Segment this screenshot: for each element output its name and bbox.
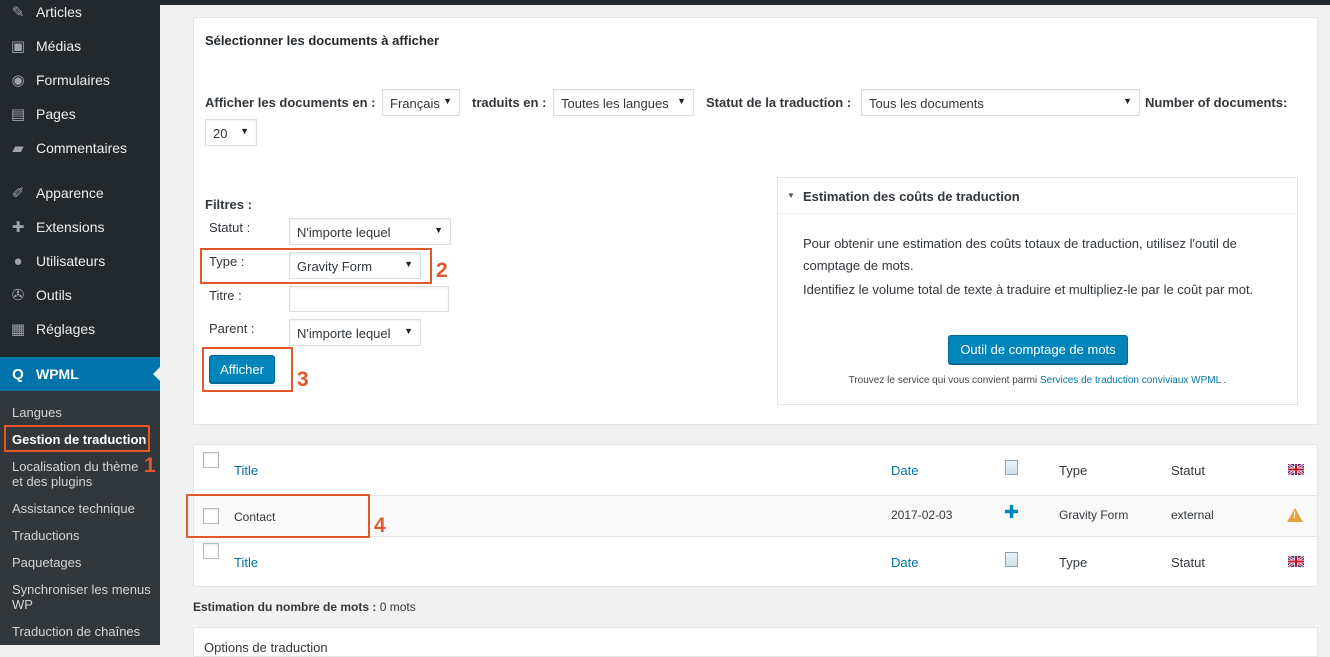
parent-select[interactable]: N'importe lequel ▼ [289, 319, 421, 346]
sidebar-item-commentaires[interactable]: ▰ Commentaires [0, 131, 160, 165]
titre-input[interactable] [289, 286, 449, 312]
sidebar-item-reglages[interactable]: ▦ Réglages [0, 312, 160, 346]
show-docs-label: Afficher les documents en : [205, 95, 376, 110]
column-title-footer[interactable]: Title [234, 555, 258, 570]
column-type: Type [1059, 463, 1088, 478]
translation-options-panel: Options de traduction [193, 627, 1318, 657]
filter-panel: Sélectionner les documents à afficher Af… [193, 17, 1318, 425]
plugins-icon: ✚ [11, 219, 25, 236]
translation-options-title: Options de traduction [204, 640, 328, 655]
row-type: Gravity Form [1059, 508, 1129, 522]
row-status: external [1171, 508, 1214, 522]
column-status-footer: Statut [1171, 555, 1205, 570]
annotation-box-2 [200, 248, 432, 284]
status-label: Statut de la traduction : [706, 95, 852, 110]
chevron-down-icon: ▼ [434, 225, 443, 235]
submenu-synchroniser[interactable]: Synchroniser les menus WP [12, 582, 152, 612]
estimate-paragraph-2: Identifiez le volume total de texte à tr… [803, 282, 1254, 297]
brush-icon: ✐ [11, 185, 25, 202]
number-label: Number of documents: [1145, 95, 1288, 110]
document-icon [1005, 460, 1018, 475]
sidebar-item-outils[interactable]: ✇ Outils [0, 278, 160, 312]
english-flag-icon [1288, 556, 1304, 567]
chevron-down-icon: ▼ [404, 326, 413, 336]
translation-status-select[interactable]: Tous les documents ▼ [861, 89, 1140, 116]
annotation-box-1 [4, 425, 150, 452]
sidebar-item-medias[interactable]: ▣ Médias [0, 29, 160, 63]
comments-icon: ▰ [12, 140, 24, 157]
column-status: Statut [1171, 463, 1205, 478]
titre-label: Titre : [209, 288, 242, 303]
admin-top-bar [160, 0, 1330, 5]
warning-icon: ! [1287, 508, 1303, 522]
table-header: Title Date Type Statut [194, 445, 1317, 495]
admin-sidebar: ✎ Articles ▣ Médias ◉ Formulaires ▤ Pages ▰ C… [0, 0, 160, 645]
chevron-down-icon: ▼ [1123, 96, 1132, 106]
column-date[interactable]: Date [891, 463, 918, 478]
number-select[interactable]: 20 ▼ [205, 119, 257, 146]
cost-estimate-header[interactable]: ▼ Estimation des coûts de traduction [778, 178, 1297, 214]
column-title[interactable]: Title [234, 463, 258, 478]
parent-label: Parent : [209, 321, 255, 336]
column-date-footer[interactable]: Date [891, 555, 918, 570]
submenu-paquetages[interactable]: Paquetages [12, 555, 152, 570]
pin-icon: ✎ [11, 4, 25, 21]
chevron-down-icon: ▼ [443, 96, 452, 106]
users-icon: ● [13, 252, 23, 270]
submenu-traduction-chaines[interactable]: Traduction de chaînes [12, 624, 152, 639]
sidebar-item-pages[interactable]: ▤ Pages [0, 97, 160, 131]
sidebar-item-apparence[interactable]: ✐ Apparence [0, 176, 160, 210]
estimate-paragraph-1: Pour obtenir une estimation des coûts to… [803, 236, 1237, 273]
estimate-footer: Trouvez le service qui vous convient par… [848, 375, 1227, 386]
settings-icon: ▦ [10, 321, 26, 338]
tools-icon: ✇ [11, 287, 25, 304]
statut-label: Statut : [209, 220, 251, 235]
select-all-checkbox-footer[interactable] [203, 543, 219, 559]
submenu-localisation[interactable]: Localisation du thème et des plugins [12, 459, 142, 489]
annotation-3: 3 [297, 368, 309, 391]
statut-select[interactable]: N'importe lequel ▼ [289, 218, 451, 245]
submenu-langues[interactable]: Langues [12, 405, 152, 420]
submenu-assistance[interactable]: Assistance technique [12, 501, 152, 516]
wpml-icon: Q [12, 365, 24, 383]
annotation-box-4 [186, 494, 370, 538]
select-all-checkbox[interactable] [203, 452, 219, 468]
chevron-down-icon: ▼ [677, 96, 686, 106]
sidebar-item-articles[interactable]: ✎ Articles [0, 0, 160, 29]
chevron-down-icon: ▼ [240, 126, 249, 136]
document-icon [1005, 552, 1018, 567]
word-count-tool-button[interactable]: Outil de comptage de mots [948, 335, 1128, 364]
submenu-traductions[interactable]: Traductions [12, 528, 152, 543]
cost-estimate-box: ▼ Estimation des coûts de traduction Pour… [777, 177, 1298, 405]
language-select[interactable]: Français ▼ [382, 89, 460, 116]
collapse-triangle-icon: ▼ [787, 191, 795, 200]
table-footer: Title Date Type Statut [194, 537, 1317, 587]
target-language-select[interactable]: Toutes les langues ▼ [553, 89, 694, 116]
sidebar-item-extensions[interactable]: ✚ Extensions [0, 210, 160, 244]
annotation-box-3 [202, 347, 293, 392]
translated-label: traduits en : [472, 95, 547, 110]
current-arrow [153, 367, 160, 381]
section-title: Sélectionner les documents à afficher [205, 33, 440, 48]
row-date: 2017-02-03 [891, 508, 953, 522]
english-flag-icon [1288, 464, 1304, 475]
annotation-2: 2 [436, 259, 448, 282]
sidebar-item-formulaires[interactable]: ◉ Formulaires [0, 63, 160, 97]
services-link[interactable]: Services de traduction conviviaux WPML [1040, 375, 1221, 386]
word-count: Estimation du nombre de mots : 0 mots [193, 600, 416, 614]
forms-icon: ◉ [11, 72, 25, 89]
annotation-4: 4 [374, 514, 386, 537]
sidebar-item-utilisateurs[interactable]: ● Utilisateurs [0, 244, 160, 278]
media-icon: ▣ [10, 38, 26, 55]
column-type-footer: Type [1059, 555, 1088, 570]
sidebar-item-wpml[interactable]: Q WPML [0, 357, 160, 391]
pages-icon: ▤ [10, 106, 26, 123]
filters-label: Filtres : [205, 197, 252, 212]
annotation-1: 1 [144, 454, 156, 477]
add-translation-icon[interactable]: ✚ [1004, 503, 1019, 521]
